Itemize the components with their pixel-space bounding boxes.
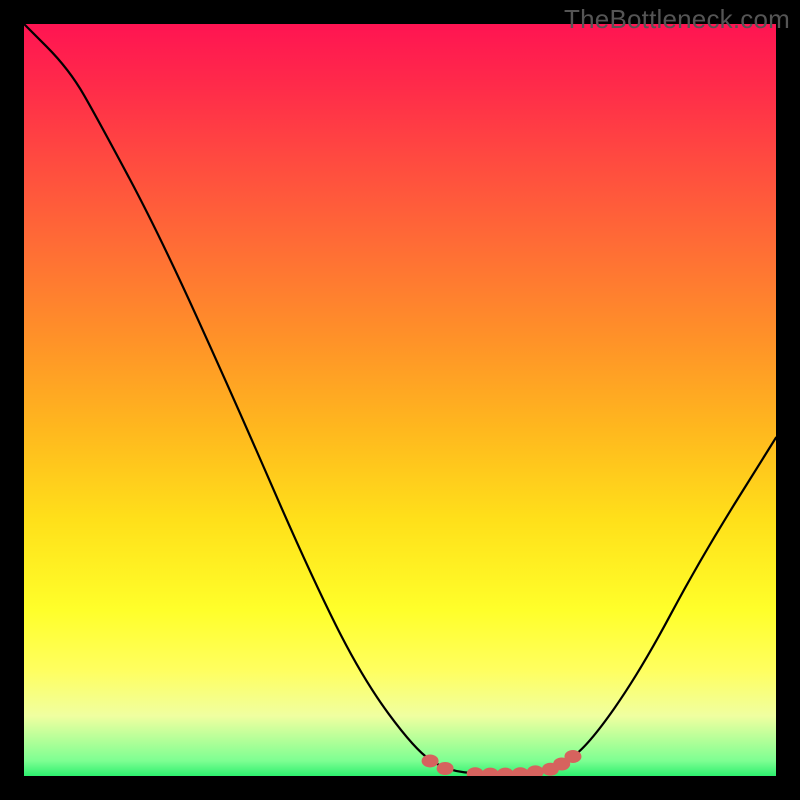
bottleneck-curve bbox=[24, 24, 776, 774]
marker-dot bbox=[437, 762, 454, 775]
measured-markers bbox=[422, 750, 582, 776]
chart-container: TheBottleneck.com bbox=[0, 0, 800, 800]
marker-dot bbox=[564, 750, 581, 763]
marker-dot bbox=[422, 754, 439, 767]
marker-dot bbox=[512, 767, 529, 776]
chart-svg-layer bbox=[24, 24, 776, 776]
marker-dot bbox=[482, 768, 499, 776]
marker-dot bbox=[467, 767, 484, 776]
marker-dot bbox=[497, 768, 514, 776]
marker-dot bbox=[527, 765, 544, 776]
watermark-label: TheBottleneck.com bbox=[564, 4, 790, 35]
